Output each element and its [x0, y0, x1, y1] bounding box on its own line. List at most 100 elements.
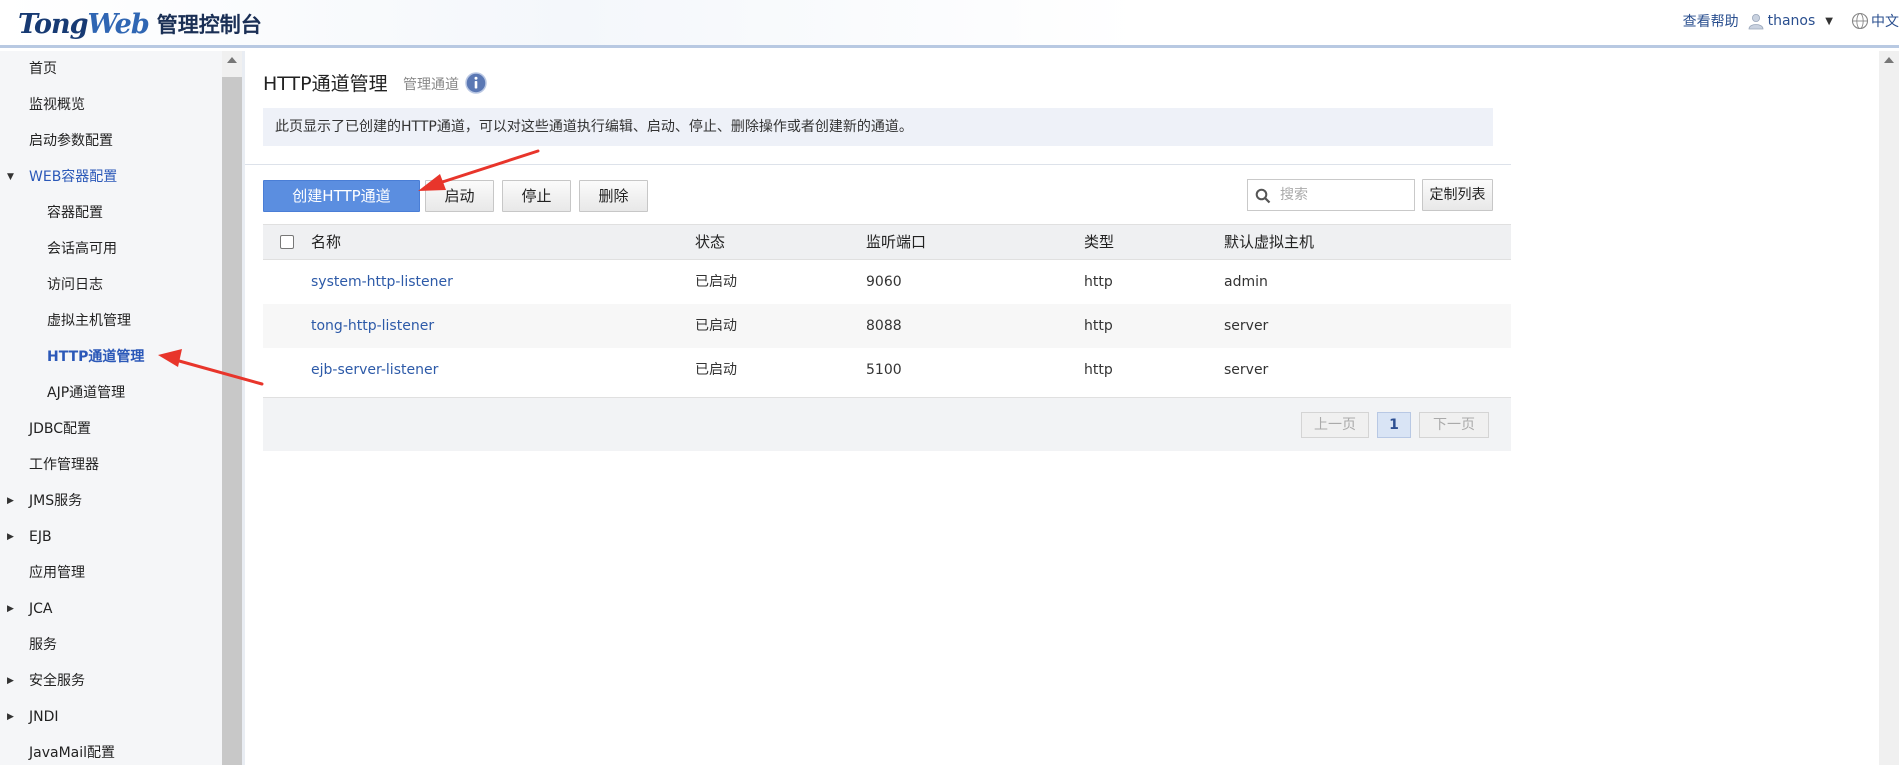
sidebar-item-work-manager[interactable]: 工作管理器 — [0, 447, 222, 483]
sidebar-item-label: 启动参数配置 — [29, 133, 113, 149]
sidebar-item-label: JavaMail配置 — [29, 745, 116, 761]
sidebar-item-startup-params[interactable]: 启动参数配置 — [0, 123, 222, 159]
sidebar-scrollbar[interactable] — [222, 51, 242, 765]
sidebar-item-ejb[interactable]: ▶ EJB — [0, 519, 222, 555]
channel-name-link[interactable]: tong-http-listener — [311, 304, 434, 348]
sidebar-item-jndi[interactable]: ▶ JNDI — [0, 699, 222, 735]
next-page-button[interactable]: 下一页 — [1419, 412, 1489, 438]
scroll-up-icon[interactable] — [227, 57, 237, 63]
globe-icon — [1851, 12, 1869, 30]
sidebar-item-ajp-channel[interactable]: AJP通道管理 — [0, 375, 222, 411]
search-icon — [1255, 188, 1271, 204]
table-header: 名称 状态 监听端口 类型 默认虚拟主机 — [263, 224, 1511, 260]
search-box[interactable] — [1247, 179, 1415, 211]
sidebar-item-javamail[interactable]: JavaMail配置 — [0, 735, 222, 765]
info-icon[interactable] — [465, 72, 487, 94]
language-switch[interactable]: 中文 — [1871, 11, 1899, 31]
top-header: TongWeb 管理控制台 查看帮助 thanos ▼ 中文 — [0, 0, 1899, 48]
caret-right-icon[interactable]: ▶ — [7, 591, 14, 627]
table-row: tong-http-listener 已启动 8088 http server — [263, 304, 1511, 348]
sidebar-item-security[interactable]: ▶ 安全服务 — [0, 663, 222, 699]
channel-port: 5100 — [866, 362, 902, 378]
help-link[interactable]: 查看帮助 — [1683, 11, 1739, 31]
sidebar-scroll-thumb[interactable] — [222, 77, 242, 765]
sidebar-item-label: HTTP通道管理 — [47, 349, 145, 365]
sidebar-item-label: 访问日志 — [47, 277, 103, 293]
sidebar-item-label: 应用管理 — [29, 565, 85, 581]
caret-down-icon[interactable]: ▼ — [7, 159, 14, 195]
chevron-down-icon[interactable]: ▼ — [1825, 16, 1833, 27]
page-subtitle: 管理通道 — [403, 77, 459, 93]
sidebar-item-virtual-host[interactable]: 虚拟主机管理 — [0, 303, 222, 339]
column-header-type[interactable]: 类型 — [1084, 225, 1114, 260]
page-scrollbar[interactable] — [1879, 51, 1899, 765]
channel-type: http — [1084, 274, 1113, 290]
column-header-name[interactable]: 名称 — [311, 225, 341, 260]
channel-status: 已启动 — [695, 362, 737, 378]
logo-brand-web: Web — [87, 8, 150, 40]
column-header-status[interactable]: 状态 — [695, 225, 725, 260]
page-description: 此页显示了已创建的HTTP通道，可以对这些通道执行编辑、启动、停止、删除操作或者… — [263, 108, 1493, 146]
table-row: ejb-server-listener 已启动 5100 http server — [263, 348, 1511, 392]
table-row: system-http-listener 已启动 9060 http admin — [263, 260, 1511, 304]
delete-button[interactable]: 删除 — [579, 180, 648, 212]
sidebar-item-label: 安全服务 — [29, 673, 85, 689]
sidebar-item-apps[interactable]: 应用管理 — [0, 555, 222, 591]
logo-brand: TongWeb — [18, 8, 150, 40]
stop-button[interactable]: 停止 — [502, 180, 571, 212]
scroll-up-icon[interactable] — [1884, 57, 1894, 63]
sidebar-item-label: AJP通道管理 — [47, 385, 126, 401]
sidebar-item-label: JNDI — [29, 709, 59, 725]
sidebar-item-container-config[interactable]: 容器配置 — [0, 195, 222, 231]
sidebar-item-services[interactable]: 服务 — [0, 627, 222, 663]
channel-port: 9060 — [866, 274, 902, 290]
sidebar-item-label: 首页 — [29, 61, 57, 77]
sidebar-item-label: WEB容器配置 — [29, 169, 118, 185]
header-actions: 查看帮助 thanos ▼ 中文 — [1683, 10, 1899, 32]
search-input[interactable] — [1280, 185, 1410, 205]
caret-right-icon[interactable]: ▶ — [7, 699, 14, 735]
sidebar-item-jca[interactable]: ▶ JCA — [0, 591, 222, 627]
divider — [245, 164, 1511, 165]
column-header-vhost[interactable]: 默认虚拟主机 — [1224, 225, 1314, 260]
customize-list-button[interactable]: 定制列表 — [1422, 179, 1493, 211]
sidebar-item-label: EJB — [29, 529, 52, 545]
logo-brand-tong: Tong — [18, 8, 89, 40]
sidebar-item-monitor[interactable]: 监视概览 — [0, 87, 222, 123]
channel-name-link[interactable]: ejb-server-listener — [311, 348, 438, 392]
prev-page-button[interactable]: 上一页 — [1301, 412, 1369, 438]
sidebar-item-access-log[interactable]: 访问日志 — [0, 267, 222, 303]
sidebar-item-label: JMS服务 — [29, 493, 83, 509]
page-number-button[interactable]: 1 — [1377, 412, 1411, 438]
page-title: HTTP通道管理 — [263, 73, 388, 95]
logo-subtitle: 管理控制台 — [156, 13, 262, 37]
sidebar-item-jdbc[interactable]: JDBC配置 — [0, 411, 222, 447]
user-menu[interactable]: thanos — [1768, 13, 1816, 29]
sidebar-item-jms[interactable]: ▶ JMS服务 — [0, 483, 222, 519]
sidebar-item-web-container[interactable]: ▼ WEB容器配置 — [0, 159, 222, 195]
sidebar-item-session-ha[interactable]: 会话高可用 — [0, 231, 222, 267]
sidebar-item-label: 容器配置 — [47, 205, 103, 221]
column-header-port[interactable]: 监听端口 — [866, 225, 926, 260]
sidebar: 首页 监视概览 启动参数配置 ▼ WEB容器配置 容器配置 会话高可用 访问日志 … — [0, 51, 222, 765]
start-button[interactable]: 启动 — [425, 180, 494, 212]
channel-port: 8088 — [866, 318, 902, 334]
caret-right-icon[interactable]: ▶ — [7, 519, 14, 555]
channel-name-link[interactable]: system-http-listener — [311, 260, 453, 304]
pagination: 上一页 1 下一页 — [263, 397, 1511, 451]
sidebar-item-label: 监视概览 — [29, 97, 85, 113]
sidebar-item-http-channel[interactable]: HTTP通道管理 — [0, 339, 222, 375]
select-all-checkbox[interactable] — [280, 235, 294, 249]
channel-type: http — [1084, 318, 1113, 334]
sidebar-item-home[interactable]: 首页 — [0, 51, 222, 87]
channel-status: 已启动 — [695, 318, 737, 334]
sidebar-item-label: JDBC配置 — [29, 421, 92, 437]
channel-type: http — [1084, 362, 1113, 378]
tongweb-logo[interactable]: TongWeb 管理控制台 — [18, 6, 262, 42]
sidebar-item-label: 工作管理器 — [29, 457, 99, 473]
create-http-channel-button[interactable]: 创建HTTP通道 — [263, 180, 420, 212]
user-icon — [1748, 14, 1764, 30]
sidebar-item-label: JCA — [29, 601, 53, 617]
caret-right-icon[interactable]: ▶ — [7, 663, 14, 699]
caret-right-icon[interactable]: ▶ — [7, 483, 14, 519]
